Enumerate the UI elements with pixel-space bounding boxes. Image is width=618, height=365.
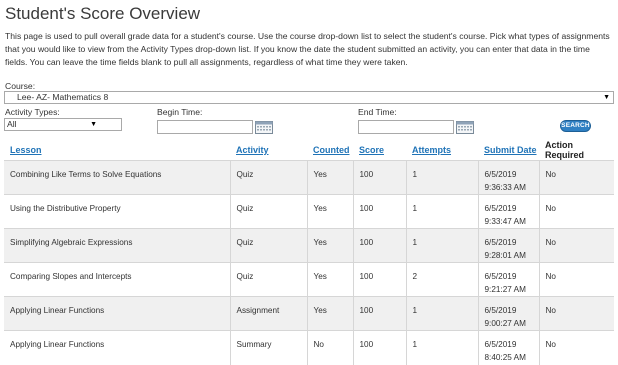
activity-types-label: Activity Types: xyxy=(5,107,60,117)
cell-attempts: 1 xyxy=(405,160,478,195)
cell-counted: Yes xyxy=(306,296,353,331)
table-row: Applying Linear Functions Summary No 100… xyxy=(4,330,614,365)
cell-submit-date: 6/5/2019 9:36:33 AM xyxy=(477,160,539,195)
header-counted[interactable]: Counted xyxy=(307,140,353,161)
cell-activity: Assignment xyxy=(229,296,307,331)
cell-score: 100 xyxy=(352,228,406,263)
score-table: Lesson Activity Counted Score Attempts S… xyxy=(4,140,614,365)
cell-submit-date: 6/5/2019 9:33:47 AM xyxy=(477,194,539,229)
cell-lesson: Applying Linear Functions xyxy=(4,330,230,365)
dropdown-arrow-icon: ▼ xyxy=(603,94,610,101)
end-calendar-icon[interactable] xyxy=(456,121,474,134)
cell-action: No xyxy=(538,296,614,331)
submit-date: 6/5/2019 xyxy=(484,170,517,179)
header-activity[interactable]: Activity xyxy=(230,140,307,161)
cell-attempts: 1 xyxy=(405,296,478,331)
cell-counted: Yes xyxy=(306,160,353,195)
header-attempts[interactable]: Attempts xyxy=(406,140,478,161)
cell-score: 100 xyxy=(352,194,406,229)
cell-activity: Summary xyxy=(229,330,307,365)
cell-action: No xyxy=(538,330,614,365)
cell-attempts: 1 xyxy=(405,228,478,263)
cell-lesson: Applying Linear Functions xyxy=(4,296,230,331)
table-row: Using the Distributive Property Quiz Yes… xyxy=(4,194,614,229)
cell-score: 100 xyxy=(352,330,406,365)
cell-activity: Quiz xyxy=(229,194,307,229)
header-lesson[interactable]: Lesson xyxy=(4,140,230,161)
submit-time: 9:28:01 AM xyxy=(484,251,526,260)
course-select[interactable]: Lee- AZ- Mathematics 8 ▼ xyxy=(4,91,614,104)
dropdown-arrow-icon: ▼ xyxy=(90,121,97,128)
cell-lesson: Combining Like Terms to Solve Equations xyxy=(4,160,230,195)
submit-date: 6/5/2019 xyxy=(484,272,517,281)
cell-attempts: 1 xyxy=(405,194,478,229)
cell-attempts: 1 xyxy=(405,330,478,365)
course-label: Course: xyxy=(5,81,36,91)
begin-time-input[interactable] xyxy=(157,120,253,134)
submit-time: 9:36:33 AM xyxy=(484,183,526,192)
table-row: Applying Linear Functions Assignment Yes… xyxy=(4,296,614,331)
submit-time: 9:33:47 AM xyxy=(484,217,526,226)
cell-lesson: Comparing Slopes and Intercepts xyxy=(4,262,230,297)
cell-submit-date: 6/5/2019 9:00:27 AM xyxy=(477,296,539,331)
header-submit-date[interactable]: Submit Date xyxy=(478,140,539,161)
cell-counted: Yes xyxy=(306,228,353,263)
cell-counted: Yes xyxy=(306,194,353,229)
activity-types-value: All xyxy=(7,119,17,129)
header-action-required: Action Required xyxy=(545,140,585,160)
begin-calendar-icon[interactable] xyxy=(255,121,273,134)
cell-submit-date: 6/5/2019 9:21:27 AM xyxy=(477,262,539,297)
cell-score: 100 xyxy=(352,296,406,331)
search-button[interactable]: SEARCH xyxy=(560,120,591,132)
submit-time: 9:21:27 AM xyxy=(484,285,526,294)
cell-activity: Quiz xyxy=(229,228,307,263)
cell-score: 100 xyxy=(352,160,406,195)
cell-activity: Quiz xyxy=(229,262,307,297)
table-row: Combining Like Terms to Solve Equations … xyxy=(4,160,614,195)
intro-text: This page is used to pull overall grade … xyxy=(5,31,610,67)
activity-types-select[interactable]: All ▼ xyxy=(4,118,122,131)
cell-submit-date: 6/5/2019 8:40:25 AM xyxy=(477,330,539,365)
cell-action: No xyxy=(538,228,614,263)
table-row: Simplifying Algebraic Expressions Quiz Y… xyxy=(4,228,614,263)
cell-activity: Quiz xyxy=(229,160,307,195)
header-score[interactable]: Score xyxy=(353,140,406,161)
submit-time: 9:00:27 AM xyxy=(484,319,526,328)
cell-lesson: Using the Distributive Property xyxy=(4,194,230,229)
cell-action: No xyxy=(538,262,614,297)
course-select-value: Lee- AZ- Mathematics 8 xyxy=(17,92,109,102)
begin-time-label: Begin Time: xyxy=(157,107,203,117)
cell-attempts: 2 xyxy=(405,262,478,297)
cell-counted: No xyxy=(306,330,353,365)
cell-action: No xyxy=(538,160,614,195)
submit-date: 6/5/2019 xyxy=(484,204,517,213)
table-row: Comparing Slopes and Intercepts Quiz Yes… xyxy=(4,262,614,297)
cell-counted: Yes xyxy=(306,262,353,297)
submit-date: 6/5/2019 xyxy=(484,238,517,247)
cell-submit-date: 6/5/2019 9:28:01 AM xyxy=(477,228,539,263)
cell-action: No xyxy=(538,194,614,229)
cell-lesson: Simplifying Algebraic Expressions xyxy=(4,228,230,263)
end-time-input[interactable] xyxy=(358,120,454,134)
submit-date: 6/5/2019 xyxy=(484,306,517,315)
submit-date: 6/5/2019 xyxy=(484,340,517,349)
page-title: Student's Score Overview xyxy=(5,4,201,23)
end-time-label: End Time: xyxy=(358,107,397,117)
cell-score: 100 xyxy=(352,262,406,297)
submit-time: 8:40:25 AM xyxy=(484,353,526,362)
